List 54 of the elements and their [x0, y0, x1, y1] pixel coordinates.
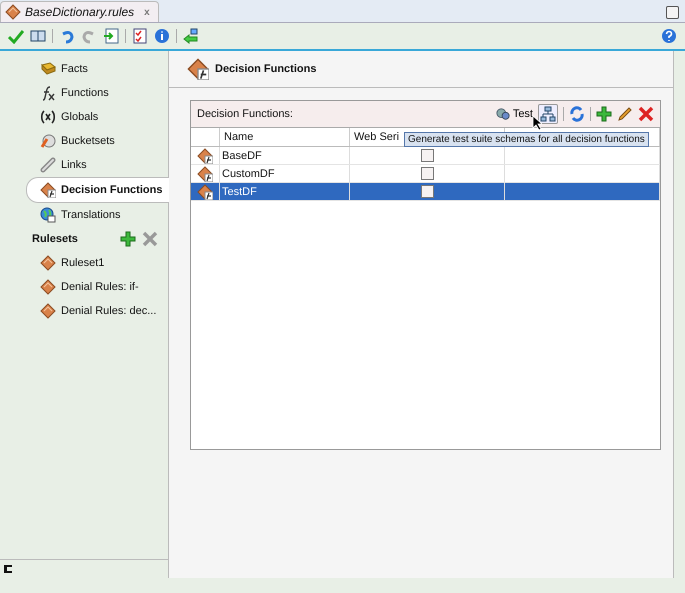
- rules-icon: [5, 4, 21, 20]
- collapse-icon[interactable]: [4, 565, 12, 573]
- decision-function-icon: [40, 182, 56, 198]
- sidebar-item[interactable]: Decision Functions: [26, 177, 169, 203]
- export-icon[interactable]: [103, 28, 119, 44]
- cursor-icon: [532, 115, 542, 131]
- checklist-icon[interactable]: [132, 28, 148, 44]
- help-icon[interactable]: [661, 28, 677, 44]
- rulesets-heading: Rulesets: [32, 233, 79, 245]
- pencil-icon[interactable]: [617, 106, 633, 122]
- decision-function-icon: [197, 184, 213, 200]
- gear-icon: [496, 107, 510, 121]
- checkbox[interactable]: [420, 167, 434, 180]
- ruleset-item[interactable]: Denial Rules: if-: [0, 275, 168, 299]
- ruleset-item[interactable]: Ruleset1: [0, 251, 168, 275]
- table-cell: BaseDF: [220, 147, 350, 164]
- table-title: Decision Functions:: [197, 108, 294, 120]
- add-icon[interactable]: [596, 106, 612, 122]
- variable-icon: [40, 109, 56, 125]
- editor-tab[interactable]: BaseDictionary.rules x: [0, 1, 159, 22]
- ruleset-item[interactable]: Denial Rules: dec...: [0, 299, 168, 323]
- refresh-icon[interactable]: [569, 106, 585, 122]
- schema-icon[interactable]: [538, 104, 558, 124]
- sidebar-item[interactable]: Facts: [0, 57, 168, 81]
- decision-function-icon: [197, 166, 213, 182]
- globe-icon: [40, 207, 56, 223]
- arrow-left-icon[interactable]: [183, 28, 199, 44]
- column-header[interactable]: Name: [220, 128, 350, 146]
- test-button[interactable]: Test: [496, 107, 533, 121]
- dropdown-icon[interactable]: [666, 6, 679, 19]
- add-icon[interactable]: [120, 231, 136, 247]
- function-icon: [40, 85, 56, 101]
- table-cell: TestDF: [220, 183, 350, 200]
- ruleset-icon: [40, 255, 56, 271]
- sidebar-item[interactable]: Globals: [0, 105, 168, 129]
- ruleset-icon: [40, 303, 56, 319]
- checkbox[interactable]: [420, 185, 434, 198]
- chain-icon: [40, 157, 56, 173]
- tooltip: Generate test suite schemas for all decision functions: [404, 132, 649, 147]
- sidebar-item[interactable]: Functions: [0, 81, 168, 105]
- bucket-icon: [40, 133, 56, 149]
- check-icon[interactable]: [8, 28, 24, 44]
- sidebar-item[interactable]: Translations: [0, 203, 168, 227]
- delete-icon[interactable]: [638, 106, 654, 122]
- decision-function-icon: [187, 58, 209, 80]
- ruleset-icon: [40, 279, 56, 295]
- sidebar-item[interactable]: Links: [0, 153, 168, 177]
- checkbox[interactable]: [420, 149, 434, 162]
- table-row[interactable]: TestDF: [191, 183, 660, 201]
- panel-title: Decision Functions: [215, 63, 316, 75]
- sidebar-item[interactable]: Bucketsets: [0, 129, 168, 153]
- info-icon[interactable]: [154, 28, 170, 44]
- table-cell: CustomDF: [220, 165, 350, 182]
- decision-function-icon: [197, 148, 213, 164]
